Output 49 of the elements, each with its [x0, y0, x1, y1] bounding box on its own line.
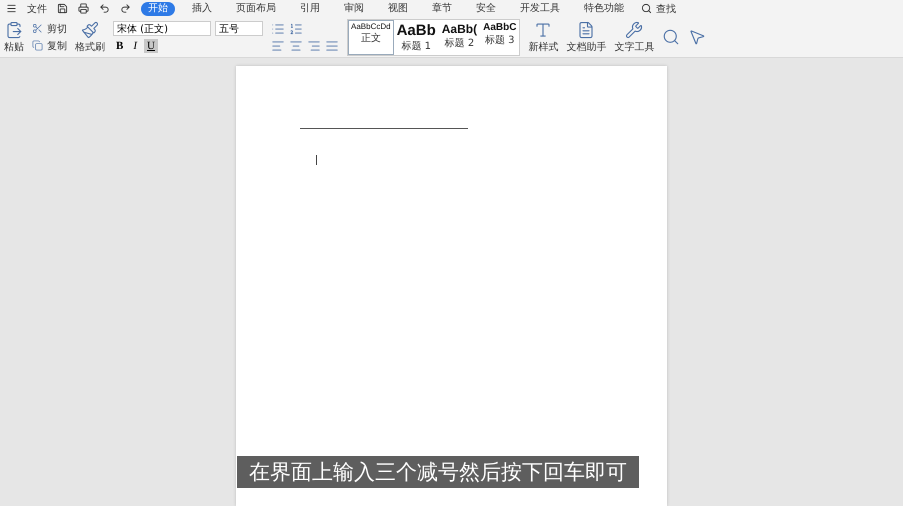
format-painter-button[interactable]: 格式刷 [75, 20, 105, 54]
style-option[interactable]: AaBbCcDd 正文 [348, 20, 394, 54]
ribbon-tab[interactable]: 开始 [141, 2, 175, 16]
ribbon-tab[interactable]: 插入 [185, 2, 219, 16]
scissors-icon [32, 23, 43, 34]
search-icon [641, 3, 652, 14]
search-icon[interactable] [662, 28, 680, 46]
ribbon-tab[interactable]: 视图 [381, 2, 415, 16]
file-menu[interactable]: 文件 [27, 2, 47, 16]
ribbon-tab[interactable]: 开发工具 [513, 2, 567, 16]
save-icon[interactable] [57, 3, 68, 14]
ribbon-tab[interactable]: 安全 [469, 2, 503, 16]
cursor-icon[interactable] [688, 28, 706, 46]
numbered-list-icon[interactable] [289, 22, 303, 36]
align-left-icon[interactable] [271, 38, 285, 52]
font-name-field[interactable]: 宋体 (正文) [113, 21, 211, 36]
style-option[interactable]: AaBb( 标题 2 [438, 20, 480, 54]
ribbon-tab[interactable]: 页面布局 [229, 2, 283, 16]
format-button[interactable]: U [144, 39, 158, 53]
font-size-field[interactable]: 五号 [215, 21, 263, 36]
ribbon-tab[interactable]: 特色功能 [577, 2, 631, 16]
printer-icon[interactable] [78, 3, 89, 14]
style-option[interactable]: AaBbC 标题 3 [480, 20, 520, 54]
align-right-icon[interactable] [307, 38, 321, 52]
text-cursor [316, 155, 317, 165]
format-button[interactable]: I [130, 39, 140, 53]
copy-button[interactable]: 复制 [47, 38, 67, 52]
style-option[interactable]: AaBb 标题 1 [394, 20, 439, 54]
tool-button[interactable]: 新样式 [528, 20, 558, 54]
redo-icon[interactable] [120, 3, 131, 14]
document-icon [577, 20, 596, 38]
ribbon-tab[interactable]: 章节 [425, 2, 459, 16]
justify-icon[interactable] [325, 38, 339, 52]
cut-button[interactable]: 剪切 [47, 22, 67, 36]
copy-icon [32, 40, 43, 51]
undo-icon[interactable] [99, 3, 110, 14]
tool-button[interactable]: 文字工具 [614, 20, 654, 54]
tool-button[interactable]: 文档助手 [566, 20, 606, 54]
align-center-icon[interactable] [289, 38, 303, 52]
search-link[interactable]: 查找 [656, 2, 676, 16]
format-button[interactable]: B [113, 39, 126, 53]
clipboard-icon [5, 20, 23, 38]
paintbrush-icon [81, 20, 99, 38]
paste-button[interactable]: 粘贴 [4, 20, 24, 54]
ribbon-tab[interactable]: 审阅 [337, 2, 371, 16]
wrench-icon [625, 20, 644, 38]
menu-icon[interactable] [6, 3, 17, 14]
video-caption: 在界面上输入三个减号然后按下回车即可 [237, 456, 639, 488]
ribbon-tab[interactable]: 引用 [293, 2, 327, 16]
